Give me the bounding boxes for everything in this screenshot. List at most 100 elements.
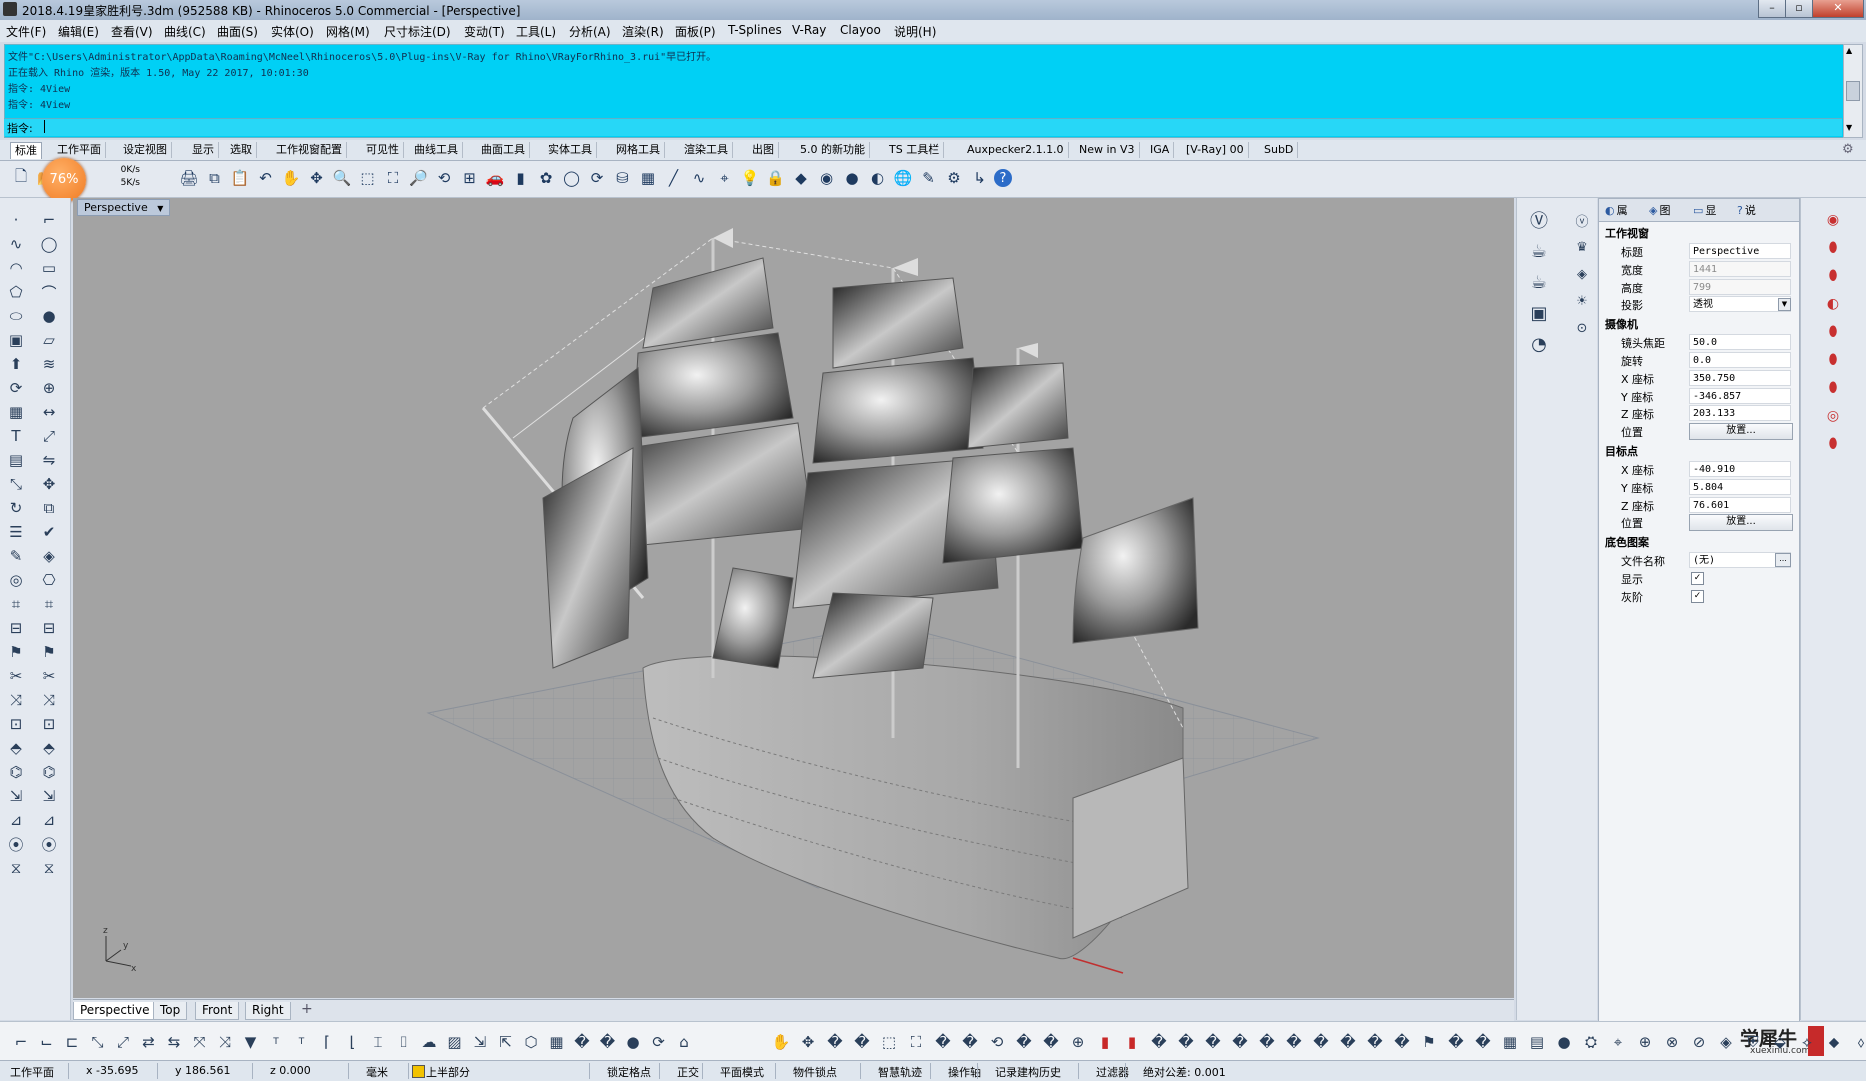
bottom-tool-icon[interactable]: ⬨ bbox=[1850, 1031, 1866, 1053]
property-value[interactable]: 50.0 bbox=[1689, 334, 1791, 351]
bottom-tool-icon[interactable]: � bbox=[1013, 1031, 1035, 1053]
menu-item-2[interactable]: 查看(V) bbox=[111, 23, 153, 40]
point-icon[interactable]: · bbox=[4, 208, 28, 232]
menu-item-6[interactable]: 网格(M) bbox=[326, 23, 370, 40]
bottom-tool-icon[interactable]: ⌊ bbox=[342, 1031, 364, 1053]
swirl-icon[interactable]: ◎ bbox=[1821, 404, 1845, 428]
arrow-icon[interactable]: ↳ bbox=[969, 167, 991, 189]
bottom-tool-icon[interactable]: ☁ bbox=[418, 1031, 440, 1053]
loft-icon[interactable]: ≋ bbox=[37, 352, 61, 376]
viewport-icon[interactable]: ▣ bbox=[1527, 301, 1551, 325]
bottom-tool-icon[interactable]: ⊕ bbox=[1634, 1031, 1656, 1053]
viewport-tab-top[interactable]: Top bbox=[153, 1002, 188, 1020]
bottom-tool-icon[interactable]: � bbox=[1202, 1031, 1224, 1053]
zoom-extents-icon[interactable]: ⛶ bbox=[382, 167, 404, 189]
vray-camera-icon[interactable]: ⊙ bbox=[1570, 316, 1594, 340]
status-item-10[interactable]: 智慧轨迹 bbox=[878, 1064, 922, 1080]
vray-ipr-icon[interactable]: ◈ bbox=[1570, 262, 1594, 286]
bottom-tool-icon[interactable]: ● bbox=[622, 1031, 644, 1053]
extrude-icon[interactable]: ⬆ bbox=[4, 352, 28, 376]
property-value[interactable]: Perspective bbox=[1689, 243, 1791, 259]
tool-icon[interactable]: ⦿ bbox=[4, 832, 28, 856]
array-icon[interactable]: ▤ bbox=[4, 448, 28, 472]
circle-icon[interactable]: ◯ bbox=[561, 167, 583, 189]
bottom-tool-icon[interactable]: � bbox=[597, 1031, 619, 1053]
status-item-14[interactable]: 绝对公差: 0.001 bbox=[1143, 1064, 1226, 1080]
toolbar-tab-1[interactable]: 工作平面 bbox=[53, 142, 106, 158]
scroll-up-icon[interactable]: ▲ bbox=[1846, 46, 1852, 55]
layer-color-swatch[interactable] bbox=[412, 1065, 425, 1078]
mirror-icon[interactable]: ⇋ bbox=[37, 448, 61, 472]
bottom-tool-icon[interactable]: � bbox=[571, 1031, 593, 1053]
viewport-tab-right[interactable]: Right bbox=[245, 1002, 291, 1020]
scroll-thumb[interactable] bbox=[1846, 81, 1860, 101]
property-value[interactable]: -40.910 bbox=[1689, 461, 1791, 477]
bottom-tool-icon[interactable]: ⤡ bbox=[87, 1031, 109, 1053]
bottom-tool-icon[interactable]: � bbox=[1364, 1031, 1386, 1053]
bottom-tool-icon[interactable]: � bbox=[851, 1031, 873, 1053]
help-icon[interactable]: ? bbox=[994, 169, 1012, 187]
toolbar-tab-17[interactable]: IGA bbox=[1146, 142, 1175, 158]
property-value[interactable]: 透视 bbox=[1689, 296, 1791, 313]
property-value[interactable]: 203.133 bbox=[1689, 405, 1791, 422]
toolbar-tab-18[interactable]: [V-Ray] 00 bbox=[1182, 142, 1249, 158]
bottom-tool-icon[interactable]: ● bbox=[1553, 1031, 1575, 1053]
teapot-icon[interactable]: ☕ bbox=[1527, 239, 1551, 263]
properties-tab-0[interactable]: ◐ 属 bbox=[1605, 202, 1628, 218]
bottom-tool-icon[interactable]: T bbox=[265, 1031, 287, 1053]
bulb-icon[interactable]: 💡 bbox=[739, 167, 761, 189]
tool-icon[interactable]: ⤨ bbox=[37, 688, 61, 712]
bottom-tool-icon[interactable]: ⇲ bbox=[469, 1031, 491, 1053]
material-icon[interactable]: ◆ bbox=[790, 167, 812, 189]
properties-tab-3[interactable]: ? 说 bbox=[1737, 202, 1756, 218]
property-checkbox[interactable]: ✓ bbox=[1691, 589, 1704, 603]
paste-icon[interactable]: 📋 bbox=[229, 167, 251, 189]
menu-item-14[interactable]: V-Ray bbox=[792, 23, 826, 37]
drop-icon[interactable]: ⬮ bbox=[1821, 236, 1845, 260]
tool-icon[interactable]: ⇲ bbox=[37, 784, 61, 808]
toolbar-tab-10[interactable]: 网格工具 bbox=[612, 142, 665, 158]
toolbar-tab-6[interactable]: 可见性 bbox=[362, 142, 404, 158]
render-icon[interactable]: ✿ bbox=[535, 167, 557, 189]
toolbar-tab-4[interactable]: 选取 bbox=[226, 142, 257, 158]
menu-item-7[interactable]: 尺寸标注(D) bbox=[384, 23, 451, 40]
zoom-window-icon[interactable]: ⬚ bbox=[357, 167, 379, 189]
shade-icon[interactable]: ◐ bbox=[867, 167, 889, 189]
bottom-tool-icon[interactable]: � bbox=[1472, 1031, 1494, 1053]
polyline-icon[interactable]: ⌐ bbox=[37, 208, 61, 232]
bottom-tool-icon[interactable]: ⊗ bbox=[1661, 1031, 1683, 1053]
menu-item-0[interactable]: 文件(F) bbox=[6, 23, 46, 40]
bottom-tool-icon[interactable]: ▮ bbox=[1094, 1031, 1116, 1053]
tool-icon[interactable]: ⌬ bbox=[4, 760, 28, 784]
refresh-icon[interactable]: ⟳ bbox=[586, 167, 608, 189]
menu-item-9[interactable]: 工具(L) bbox=[516, 23, 556, 40]
lock-icon[interactable]: 🔒 bbox=[765, 167, 787, 189]
vray-render-icon[interactable]: ♛ bbox=[1570, 235, 1594, 259]
toolbar-tab-12[interactable]: 出图 bbox=[748, 142, 779, 158]
teapot-wire-icon[interactable]: ☕ bbox=[1527, 270, 1551, 294]
print-icon[interactable]: 🖨 bbox=[178, 167, 200, 189]
drop-icon[interactable]: ⬮ bbox=[1821, 348, 1845, 372]
bottom-tool-icon[interactable]: � bbox=[1229, 1031, 1251, 1053]
layer-icon[interactable]: ☰ bbox=[4, 520, 28, 544]
bottom-tool-icon[interactable]: ⊘ bbox=[1688, 1031, 1710, 1053]
tool-icon[interactable]: ⇲ bbox=[4, 784, 28, 808]
bottom-tool-icon[interactable]: ⬚ bbox=[878, 1031, 900, 1053]
bottom-tool-icon[interactable]: T bbox=[291, 1031, 313, 1053]
car-icon[interactable]: 🚗 bbox=[484, 167, 506, 189]
status-item-12[interactable]: 记录建构历史 bbox=[995, 1064, 1061, 1080]
status-item-8[interactable]: 平面模式 bbox=[720, 1064, 764, 1080]
bottom-tool-icon[interactable]: ▤ bbox=[1526, 1031, 1548, 1053]
tool-icon[interactable]: ⧖ bbox=[4, 856, 28, 880]
color-wheel-icon[interactable]: ◉ bbox=[816, 167, 838, 189]
bottom-tool-icon[interactable]: ⌐ bbox=[10, 1031, 32, 1053]
property-value[interactable]: -346.857 bbox=[1689, 387, 1791, 404]
bottom-tool-icon[interactable]: ⇆ bbox=[163, 1031, 185, 1053]
bottom-tool-icon[interactable]: ⌈ bbox=[316, 1031, 338, 1053]
property-value[interactable]: 350.750 bbox=[1689, 369, 1791, 386]
bottom-tool-icon[interactable]: ⤨ bbox=[214, 1031, 236, 1053]
mesh-icon[interactable]: ▦ bbox=[4, 400, 28, 424]
snap-icon[interactable]: ⌖ bbox=[714, 167, 736, 189]
status-item-5[interactable]: 上半部分 bbox=[426, 1064, 470, 1080]
snapshot-icon[interactable]: ⎔ bbox=[37, 568, 61, 592]
